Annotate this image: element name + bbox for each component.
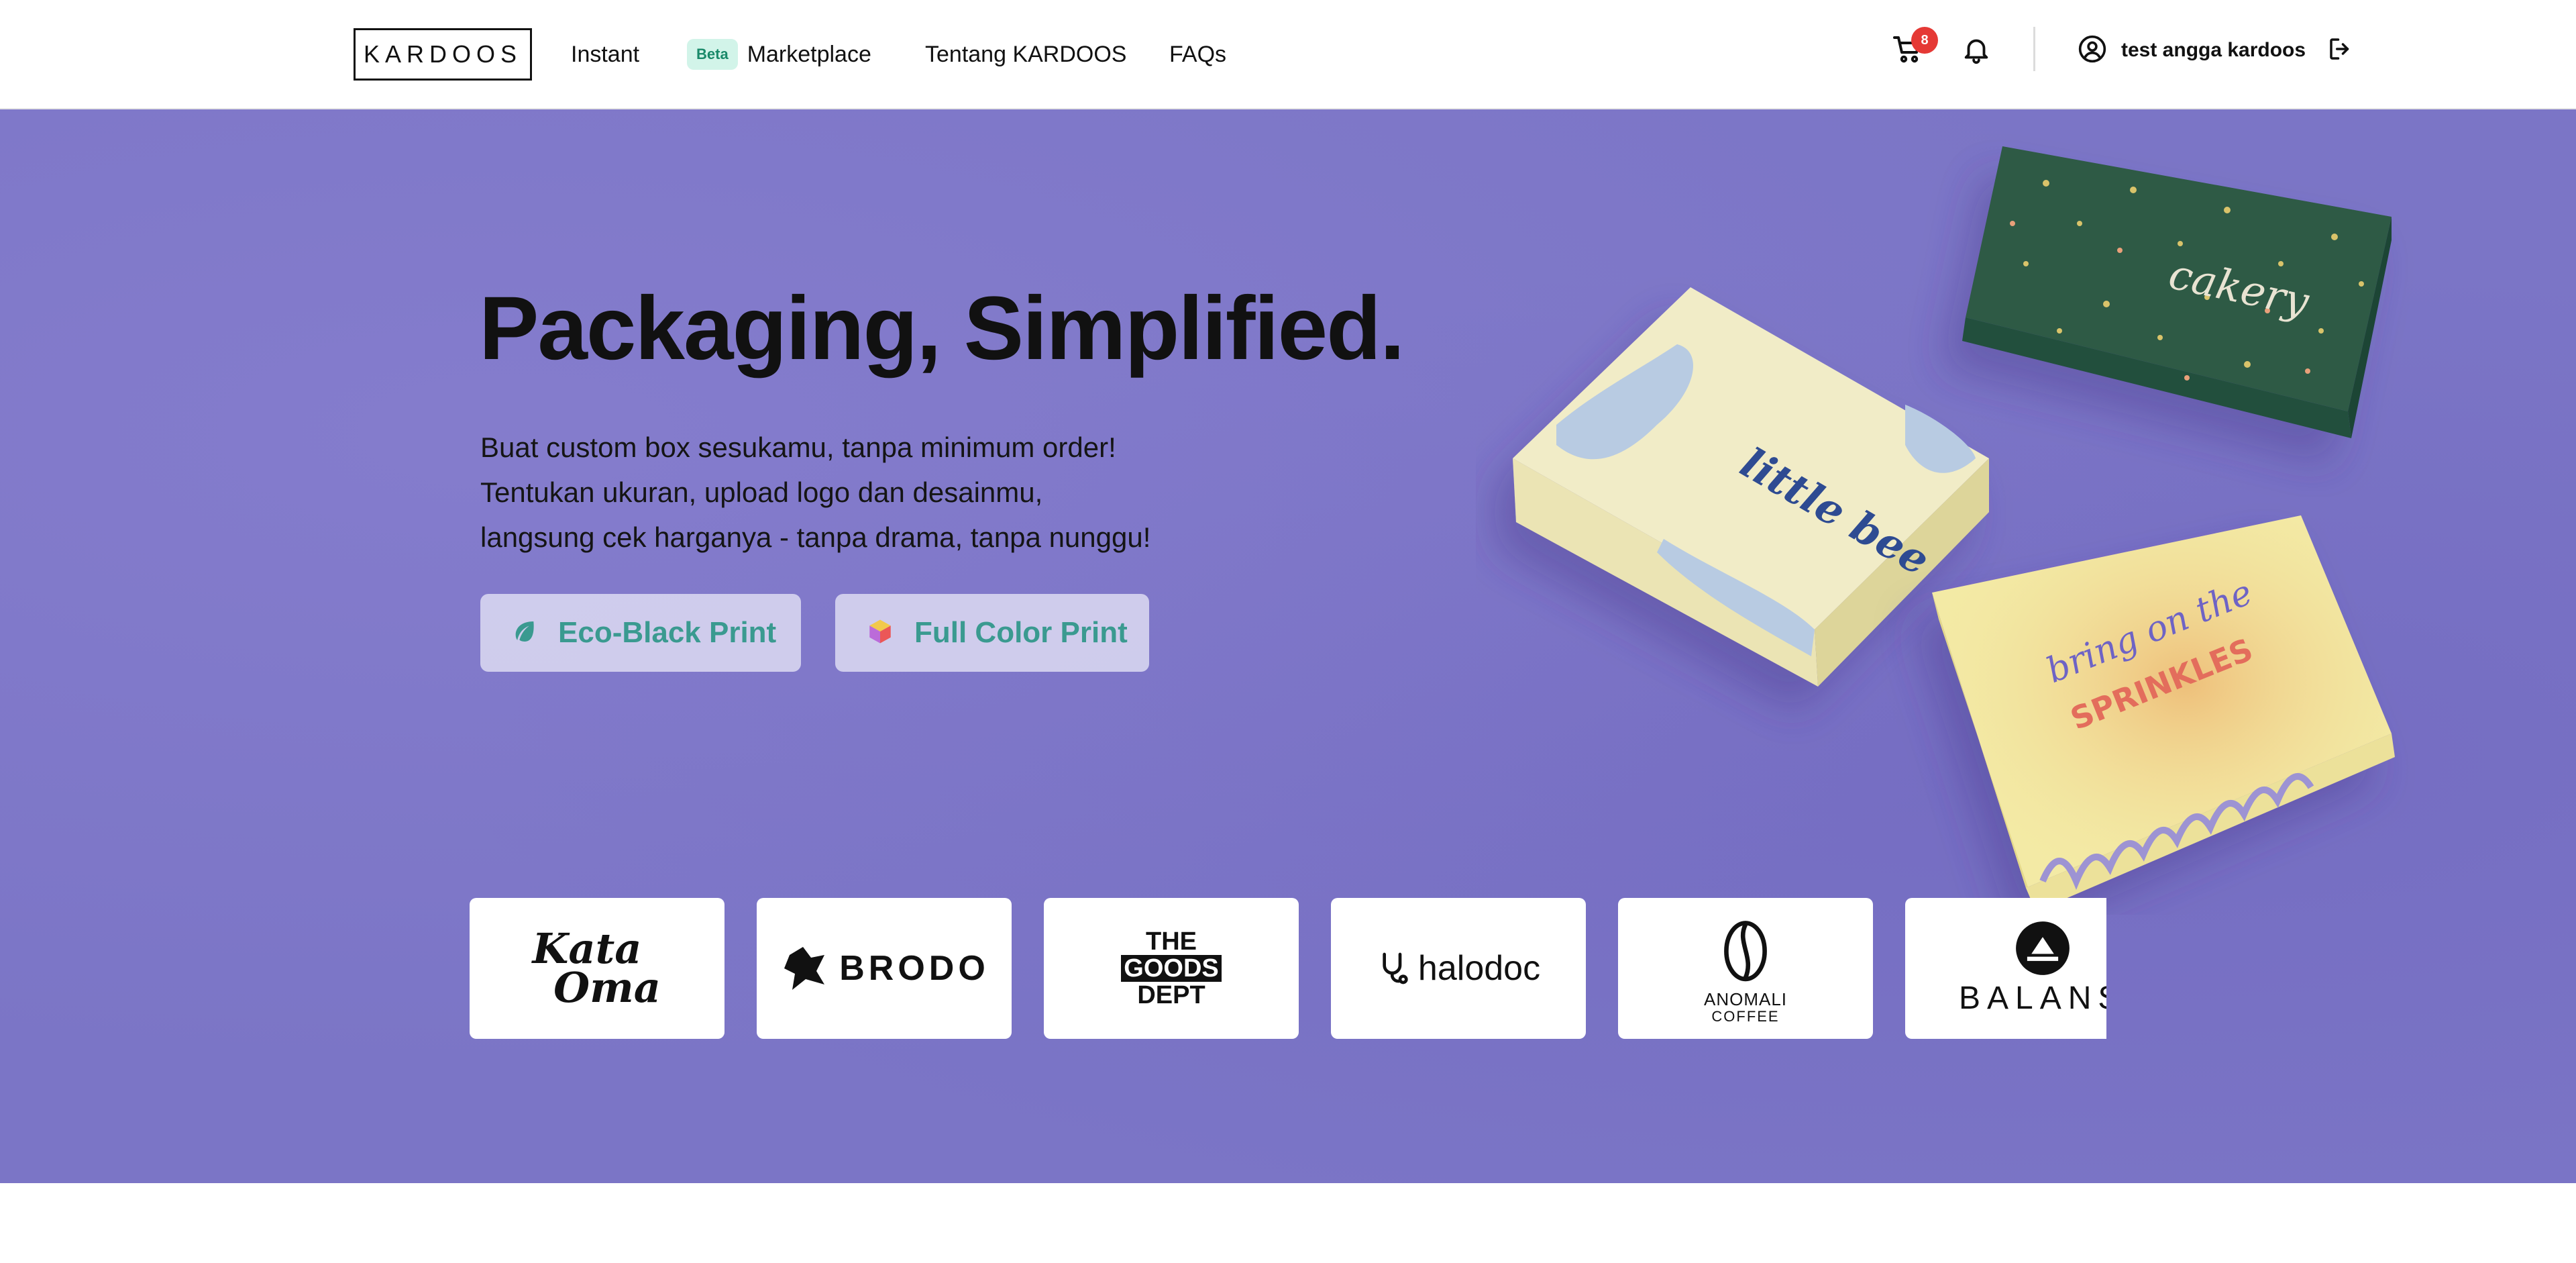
brand-logo-text: COFFEE <box>1711 1007 1780 1025</box>
brand-logo-text: BALANS <box>1959 980 2106 1016</box>
user-avatar-icon[interactable] <box>2077 34 2108 64</box>
color-cube-icon <box>866 617 894 649</box>
nav-faqs-label: FAQs <box>1169 41 1227 67</box>
brand-card-brodo: BRODO <box>757 898 1012 1039</box>
sprinkles-box: bring on the SPRINKLES <box>1932 515 2395 911</box>
brand-logo-text: halodoc <box>1417 949 1541 988</box>
nav-tentang-kardoos[interactable]: Tentang KARDOOS <box>925 39 1126 70</box>
top-navbar: KARDOOS Instant Beta Marketplace Tentang… <box>0 0 2576 109</box>
brand-logo-text: BRODO <box>839 949 989 988</box>
user-name[interactable]: test angga kardoos <box>2121 35 2306 66</box>
brand-logo-text: THE <box>1146 927 1197 956</box>
logout-icon[interactable] <box>2325 34 2356 64</box>
brand-card-balans: BALANS <box>1905 898 2106 1039</box>
brand-card-kata-oma: Kata Oma <box>470 898 724 1039</box>
eco-black-print-label: Eco-Black Print <box>558 616 777 649</box>
full-color-print-button[interactable]: Full Color Print <box>835 594 1149 672</box>
nav-instant[interactable]: Instant <box>571 39 639 70</box>
notification-bell-icon[interactable] <box>1959 32 1994 67</box>
cakery-box: cakery <box>1962 146 2392 438</box>
brand-logo-text: DEPT <box>1137 981 1205 1009</box>
brand-logo-text: GOODS <box>1121 955 1222 982</box>
full-color-print-label: Full Color Print <box>914 616 1128 649</box>
brand-card-anomali-coffee: ANOMALI COFFEE <box>1618 898 1873 1039</box>
nav-marketplace[interactable]: Beta Marketplace <box>687 39 871 70</box>
beta-badge: Beta <box>687 39 738 70</box>
hero-title: Packaging, Simplified. <box>479 279 1405 378</box>
hero-section: Packaging, Simplified. Buat custom box s… <box>0 109 2576 1183</box>
brand-card-halodoc: halodoc <box>1331 898 1586 1039</box>
cart-count-badge: 8 <box>1911 27 1938 54</box>
brand-logos-strip: Kata Oma BRODO THE GOODS DEPT halodoc AN… <box>470 898 2106 1039</box>
coffee-bean-icon <box>1724 920 1767 981</box>
nav-faqs[interactable]: FAQs <box>1169 39 1226 70</box>
nav-tentang-label: Tentang KARDOOS <box>925 41 1127 67</box>
brodo-mark-icon <box>784 947 825 990</box>
packaging-boxes-illustration: cakery little bee bring on the SPRINKLES <box>1513 146 2395 911</box>
brand-card-the-goods-dept: THE GOODS DEPT <box>1044 898 1299 1039</box>
hero-description-line: langsung cek harganya - tanpa drama, tan… <box>480 521 1151 553</box>
header-divider <box>2033 27 2035 71</box>
hero-description: Buat custom box sesukamu, tanpa minimum … <box>480 425 1419 560</box>
nav-marketplace-label: Marketplace <box>747 41 871 67</box>
eco-black-print-button[interactable]: Eco-Black Print <box>480 594 801 672</box>
stethoscope-icon <box>1383 952 1408 984</box>
kardoos-logo[interactable]: KARDOOS <box>354 28 532 81</box>
leaf-icon <box>511 618 538 648</box>
brand-logo-text: Oma <box>553 963 661 1012</box>
hero-description-line: Buat custom box sesukamu, tanpa minimum … <box>480 432 1116 463</box>
hero-description-line: Tentukan ukuran, upload logo dan desainm… <box>480 476 1043 508</box>
nav-instant-label: Instant <box>571 41 640 67</box>
little-bee-box: little bee <box>1513 287 1989 687</box>
balans-mark-icon <box>2015 921 2070 975</box>
brand-logo-text: ANOMALI <box>1703 989 1788 1009</box>
